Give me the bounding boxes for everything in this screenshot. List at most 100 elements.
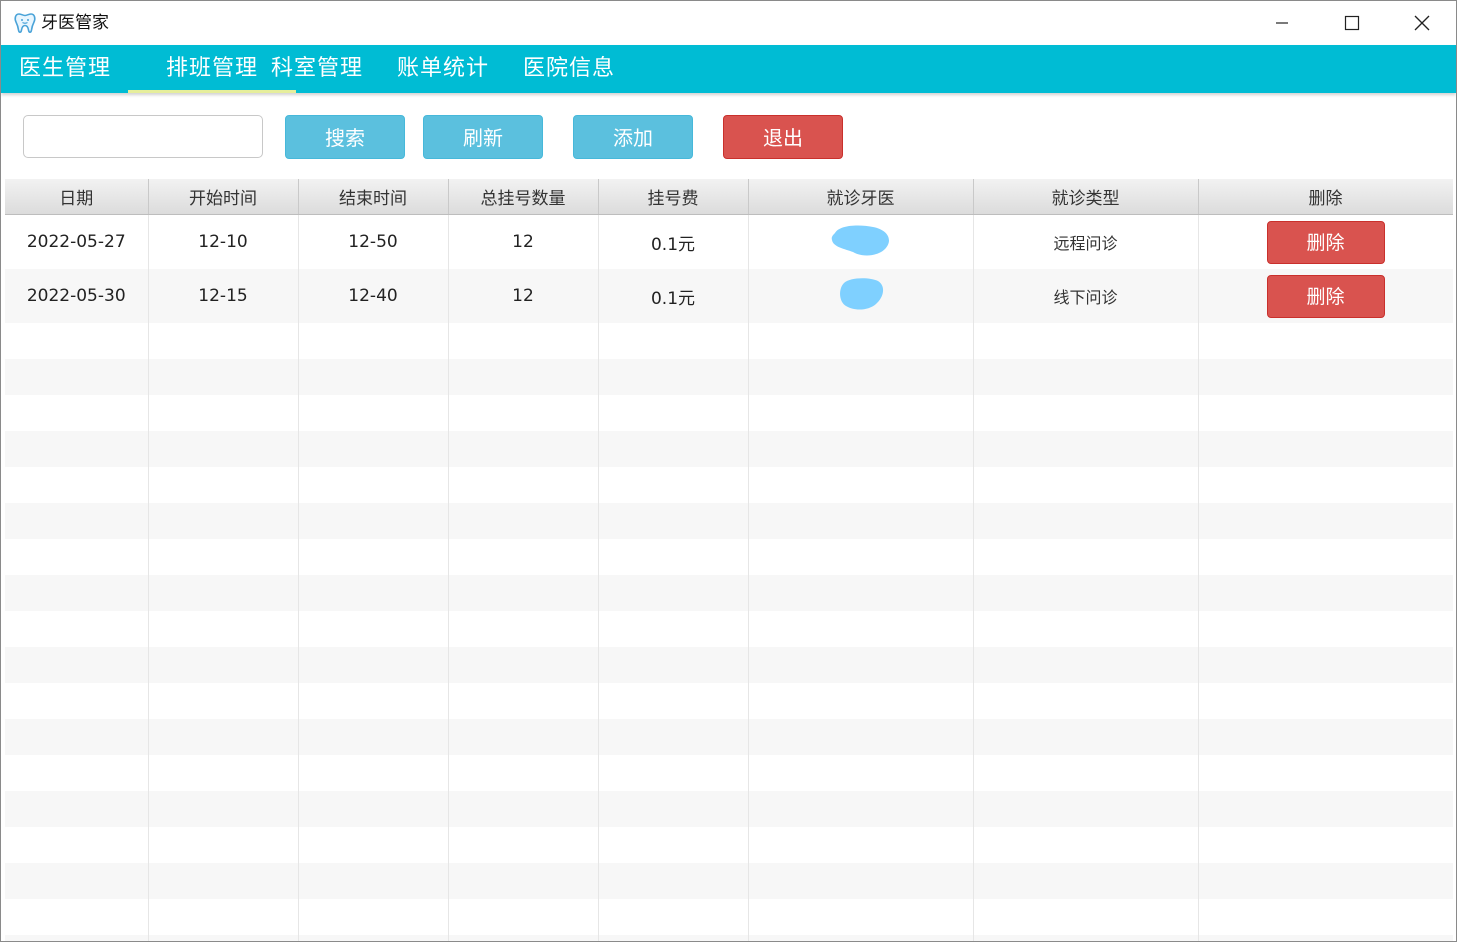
empty-cell <box>5 359 149 395</box>
cell-visit-type: 远程问诊 <box>973 214 1199 269</box>
empty-cell <box>973 323 1199 359</box>
empty-cell <box>448 359 599 395</box>
title-bar[interactable]: 牙医管家 <box>1 1 1456 45</box>
empty-table-row <box>5 539 1453 575</box>
minimize-button[interactable] <box>1247 1 1317 45</box>
empty-cell <box>1198 683 1453 719</box>
empty-cell <box>448 791 599 827</box>
column-header-total-count[interactable]: 总挂号数量 <box>448 179 599 215</box>
empty-cell <box>748 539 974 575</box>
empty-cell <box>148 611 299 647</box>
main-nav: 医生管理 排班管理 科室管理 账单统计 医院信息 <box>1 45 1456 93</box>
empty-cell <box>973 791 1199 827</box>
empty-cell <box>598 827 749 863</box>
empty-cell <box>973 899 1199 935</box>
empty-cell <box>148 863 299 899</box>
column-header-end-time[interactable]: 结束时间 <box>298 179 449 215</box>
empty-cell <box>448 395 599 431</box>
empty-cell <box>598 467 749 503</box>
empty-cell <box>298 719 449 755</box>
empty-cell <box>5 827 149 863</box>
empty-cell <box>1198 899 1453 935</box>
column-header-visit-type[interactable]: 就诊类型 <box>973 179 1199 215</box>
empty-table-row <box>5 647 1453 683</box>
empty-cell <box>448 827 599 863</box>
minimize-icon <box>1274 15 1290 31</box>
empty-table-row <box>5 899 1453 935</box>
add-button[interactable]: 添加 <box>573 115 693 159</box>
empty-cell <box>1198 719 1453 755</box>
empty-cell <box>748 611 974 647</box>
delete-button[interactable]: 删除 <box>1266 220 1385 264</box>
empty-cell <box>748 827 974 863</box>
nav-billing-statistics[interactable]: 账单统计 <box>381 45 505 93</box>
nav-hospital-info[interactable]: 医院信息 <box>507 45 631 93</box>
column-header-start-time[interactable]: 开始时间 <box>148 179 299 215</box>
empty-cell <box>973 467 1199 503</box>
empty-cell <box>748 683 974 719</box>
empty-cell <box>5 935 149 941</box>
empty-cell <box>298 863 449 899</box>
empty-cell <box>5 647 149 683</box>
search-button[interactable]: 搜索 <box>285 115 405 159</box>
empty-cell <box>298 359 449 395</box>
empty-cell <box>298 935 449 941</box>
empty-cell <box>298 611 449 647</box>
empty-cell <box>748 395 974 431</box>
column-header-fee[interactable]: 挂号费 <box>598 179 749 215</box>
empty-cell <box>5 431 149 467</box>
empty-cell <box>448 611 599 647</box>
table-row[interactable]: 2022-05-30 12-15 12-40 12 0.1元 线下问诊 删除 <box>5 269 1453 323</box>
empty-cell <box>1198 791 1453 827</box>
empty-cell <box>973 863 1199 899</box>
nav-department-management[interactable]: 科室管理 <box>255 45 379 93</box>
empty-cell <box>298 899 449 935</box>
empty-cell <box>148 719 299 755</box>
empty-cell <box>598 323 749 359</box>
close-button[interactable] <box>1387 1 1456 45</box>
empty-cell <box>5 323 149 359</box>
empty-cell <box>5 791 149 827</box>
window-title: 牙医管家 <box>41 13 109 33</box>
cell-delete: 删除 <box>1198 269 1453 323</box>
nav-doctor-management[interactable]: 医生管理 <box>3 45 127 93</box>
empty-cell <box>298 539 449 575</box>
empty-cell <box>448 431 599 467</box>
empty-cell <box>973 575 1199 611</box>
empty-rows <box>5 323 1453 941</box>
empty-cell <box>748 863 974 899</box>
column-header-dentist[interactable]: 就诊牙医 <box>748 179 974 215</box>
search-input[interactable] <box>23 115 263 158</box>
empty-cell <box>748 323 974 359</box>
empty-table-row <box>5 611 1453 647</box>
empty-cell <box>448 467 599 503</box>
empty-table-row <box>5 431 1453 467</box>
empty-table-row <box>5 827 1453 863</box>
cell-dentist <box>748 269 974 323</box>
empty-cell <box>748 467 974 503</box>
column-header-delete[interactable]: 删除 <box>1198 179 1453 215</box>
refresh-button[interactable]: 刷新 <box>423 115 543 159</box>
maximize-button[interactable] <box>1317 1 1387 45</box>
empty-cell <box>598 359 749 395</box>
redacted-name <box>829 221 893 264</box>
empty-cell <box>748 431 974 467</box>
cell-dentist <box>748 214 974 269</box>
empty-cell <box>1198 359 1453 395</box>
exit-button[interactable]: 退出 <box>723 115 843 159</box>
empty-cell <box>5 539 149 575</box>
column-header-date[interactable]: 日期 <box>5 179 149 215</box>
empty-cell <box>598 431 749 467</box>
empty-cell <box>1198 827 1453 863</box>
empty-cell <box>5 575 149 611</box>
empty-cell <box>298 755 449 791</box>
cell-end-time: 12-40 <box>298 269 449 323</box>
empty-table-row <box>5 395 1453 431</box>
delete-button[interactable]: 删除 <box>1266 274 1385 318</box>
empty-cell <box>148 755 299 791</box>
table-row[interactable]: 2022-05-27 12-10 12-50 12 0.1元 远程问诊 删除 <box>5 214 1453 269</box>
empty-cell <box>148 503 299 539</box>
empty-cell <box>298 395 449 431</box>
close-icon <box>1413 14 1431 32</box>
empty-cell <box>598 899 749 935</box>
